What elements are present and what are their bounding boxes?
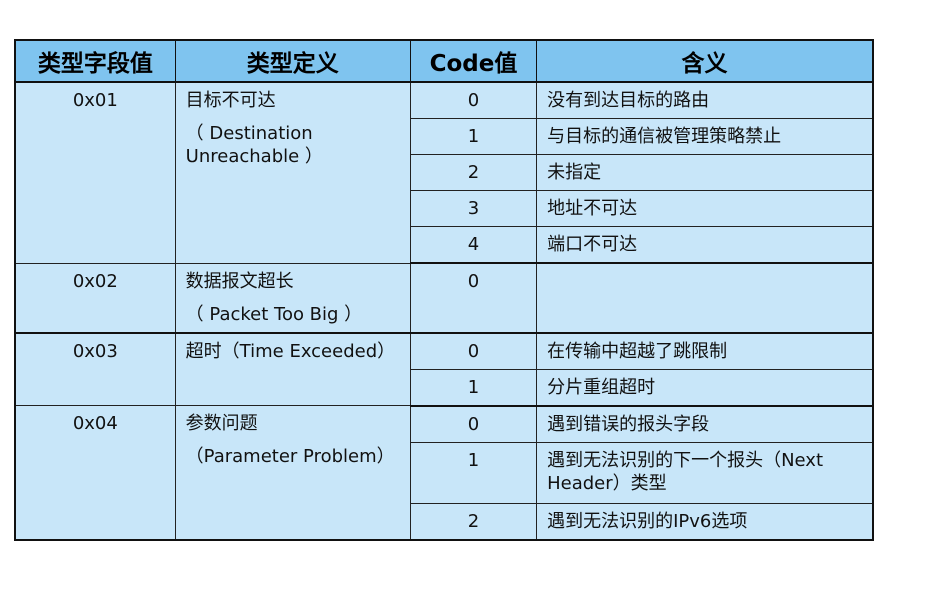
type-value-cell: 0x01	[14, 81, 176, 264]
type-value-cell: 0x03	[14, 332, 176, 406]
meaning-cell: 遇到无法识别的下一个报头（Next Header）类型	[536, 441, 874, 504]
code-cell: 0	[409, 262, 538, 334]
code-cell: 1	[409, 118, 538, 155]
meaning-cell: 遇到无法识别的IPv6选项	[536, 502, 874, 540]
definition-cn: 数据报文超长	[185, 270, 294, 292]
type-definition-cell: 目标不可达 （ Destination Unreachable ）	[174, 81, 411, 264]
meaning-cell: 遇到错误的报头字段	[536, 405, 874, 443]
definition-en: （Parameter Problem）	[185, 446, 395, 467]
definition-cn: 参数问题	[185, 413, 258, 434]
meaning-cell: 未指定	[536, 154, 874, 191]
code-cell: 4	[409, 226, 538, 264]
header-type-value: 类型字段值	[14, 39, 176, 83]
type-definition-cell: 参数问题 （Parameter Problem）	[174, 405, 411, 540]
meaning-cell: 与目标的通信被管理策略禁止	[536, 118, 874, 155]
meaning-cell: 端口不可达	[536, 226, 874, 264]
code-cell: 0	[409, 81, 538, 119]
icmpv6-table-container: 类型字段值 类型定义 Code值 含义 0x01 目标不可达 （ Destina…	[14, 39, 874, 541]
meaning-cell	[536, 262, 874, 334]
definition-cn: 目标不可达	[185, 90, 276, 111]
definition-en: （ Destination Unreachable ）	[185, 123, 323, 167]
meaning-cell: 地址不可达	[536, 190, 874, 227]
meaning-cell: 在传输中超越了跳限制	[536, 332, 874, 370]
code-cell: 0	[409, 405, 538, 443]
code-cell: 0	[409, 332, 538, 370]
table-row: 0x04 参数问题 （Parameter Problem） 0 遇到错误的报头字…	[14, 405, 874, 540]
type-definition-cell: 数据报文超长 （ Packet Too Big ）	[174, 262, 411, 334]
code-cell: 2	[409, 502, 538, 540]
table-row: 0x03 超时（Time Exceeded） 0 在传输中超越了跳限制	[14, 332, 874, 406]
code-cell: 2	[409, 154, 538, 191]
code-cell: 3	[409, 190, 538, 227]
header-meaning: 含义	[536, 39, 874, 83]
icmpv6-message-table: 类型字段值 类型定义 Code值 含义 0x01 目标不可达 （ Destina…	[14, 39, 874, 541]
table-row: 0x02 数据报文超长 （ Packet Too Big ） 0	[14, 262, 874, 334]
type-definition-cell: 超时（Time Exceeded）	[174, 332, 411, 406]
code-cell: 1	[409, 368, 538, 407]
meaning-cell: 没有到达目标的路由	[536, 81, 874, 119]
type-value-cell: 0x04	[14, 405, 176, 540]
code-cell: 1	[409, 441, 538, 504]
meaning-cell: 分片重组超时	[536, 368, 874, 407]
definition-cn: 超时（Time Exceeded）	[185, 340, 396, 362]
header-code-value: Code值	[409, 39, 538, 83]
type-value-cell: 0x02	[14, 262, 176, 334]
header-type-definition: 类型定义	[174, 39, 411, 83]
table-row: 0x01 目标不可达 （ Destination Unreachable ） 0…	[14, 81, 874, 264]
header-row: 类型字段值 类型定义 Code值 含义	[14, 39, 874, 83]
definition-en: （ Packet Too Big ）	[185, 303, 363, 325]
